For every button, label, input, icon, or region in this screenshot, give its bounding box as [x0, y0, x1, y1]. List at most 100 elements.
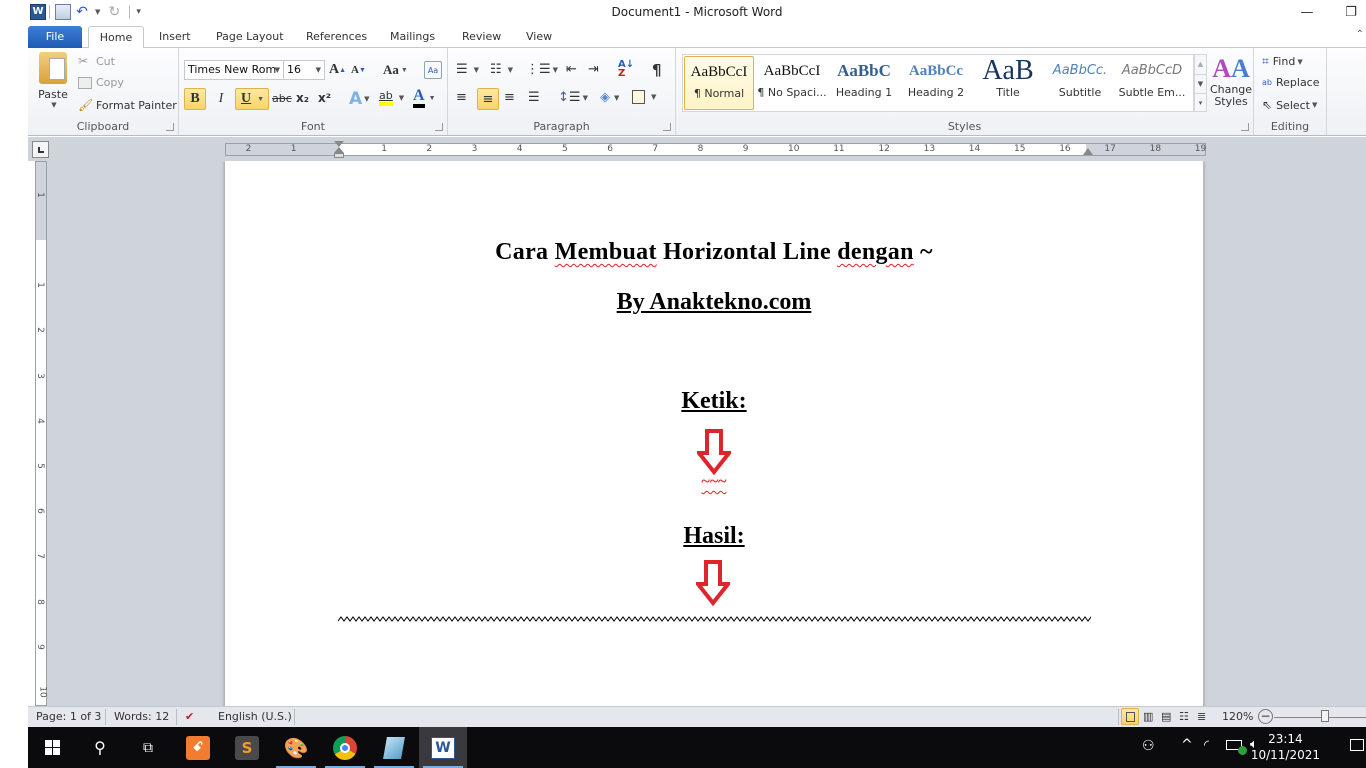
step1-label[interactable]: Ketik: [225, 388, 1203, 415]
indent-marker[interactable] [334, 141, 344, 158]
font-name-dropdown-icon[interactable]: ▼ [275, 61, 280, 79]
underline-button[interactable]: U ▼ [235, 88, 269, 110]
sort-button[interactable]: A↓ Z [618, 60, 634, 79]
page-count[interactable]: Page: 1 of 3 [36, 710, 101, 723]
italic-button[interactable]: I [210, 88, 232, 110]
numbering-button[interactable]: ☷ ▼ [490, 62, 513, 77]
tab-references[interactable]: References [294, 26, 379, 48]
wavy-horizontal-line[interactable] [337, 613, 1095, 622]
tab-selector-button[interactable] [32, 141, 49, 158]
paragraph-launcher-icon[interactable] [663, 123, 671, 131]
tab-view[interactable]: View [514, 26, 564, 48]
format-painter-button[interactable]: 🖌 Format Painter [78, 98, 177, 112]
doc-subtitle[interactable]: By Anaktekno.com [225, 289, 1203, 316]
doc-title-line[interactable]: Cara Membuat Horizontal Line dengan ~ [225, 239, 1203, 266]
draft-view-button[interactable]: ≣ [1197, 710, 1206, 723]
strikethrough-button[interactable]: abc [272, 92, 292, 105]
right-indent-marker[interactable] [1083, 148, 1093, 155]
shading-button[interactable]: ◈ ▼ [600, 90, 619, 105]
align-left-button[interactable]: ≡ [456, 90, 467, 105]
styles-scrollbar[interactable]: ▲ ▼ ▾ [1194, 54, 1207, 112]
proofing-icon[interactable]: ✔ [185, 710, 194, 723]
styles-scroll-down-icon[interactable]: ▼ [1195, 74, 1206, 93]
style-normal[interactable]: AaBbCcI ¶ Normal [684, 56, 754, 110]
underline-dropdown-icon[interactable]: ▼ [257, 95, 264, 103]
show-formatting-button[interactable]: ¶ [652, 61, 662, 79]
start-button[interactable] [28, 727, 76, 768]
copy-button[interactable]: Copy [78, 76, 124, 89]
task-view-button[interactable]: ⧉ [124, 727, 172, 768]
paste-dropdown-icon[interactable]: ▼ [51, 101, 56, 109]
outline-view-button[interactable]: ☷ [1179, 710, 1189, 723]
tab-review[interactable]: Review [450, 26, 513, 48]
document-page[interactable]: Cara Membuat Horizontal Line dengan ~ By… [225, 161, 1203, 706]
minimize-ribbon-icon[interactable]: ⌃ [1356, 29, 1364, 40]
full-screen-reading-button[interactable]: ▥ [1143, 710, 1153, 723]
styles-more-icon[interactable]: ▾ [1195, 93, 1206, 111]
line-spacing-button[interactable]: ↕ ☰ ▼ [558, 90, 588, 105]
style-title[interactable]: AaB Title [972, 56, 1044, 110]
horizontal-ruler[interactable]: 2 1 1 2 3 4 5 6 7 8 9 10 11 12 13 14 15 16 17 18 19 [225, 141, 1206, 158]
taskbar-sublime-text[interactable]: S [223, 727, 271, 768]
tab-insert[interactable]: Insert [147, 26, 203, 48]
change-styles-button[interactable]: AA Change Styles [1210, 54, 1252, 108]
zoom-slider-thumb[interactable] [1321, 710, 1329, 722]
cut-button[interactable]: ✂ Cut [78, 54, 115, 68]
font-size-field[interactable]: 16 ▼ [283, 60, 325, 80]
styles-launcher-icon[interactable] [1241, 123, 1249, 131]
action-center-icon[interactable] [1350, 739, 1364, 751]
web-layout-button[interactable]: ▤ [1161, 710, 1171, 723]
people-icon[interactable]: ⚇ [1142, 738, 1155, 754]
tab-page-layout[interactable]: Page Layout [204, 26, 296, 48]
superscript-button[interactable]: x² [318, 91, 331, 105]
clear-formatting-button[interactable]: Aa [424, 61, 442, 79]
find-button[interactable]: ⌗ Find ▼ [1262, 54, 1303, 69]
highlight-button[interactable]: ab ▼ [379, 89, 404, 106]
change-case-button[interactable]: Aa ▼ [383, 62, 408, 78]
taskbar-chrome[interactable] [321, 727, 369, 768]
grow-font-button[interactable]: A ▲ [329, 62, 346, 78]
search-button[interactable]: ⚲ [76, 727, 124, 768]
paste-button[interactable]: Paste ▼ [34, 52, 72, 109]
increase-indent-button[interactable]: ⇥ [588, 62, 599, 77]
battery-icon[interactable] [1226, 740, 1247, 755]
bold-button[interactable]: B [184, 88, 206, 110]
font-name-field[interactable]: Times New Rom ▼ [184, 60, 284, 80]
restore-button[interactable]: ❐ [1336, 4, 1366, 22]
style-heading-1[interactable]: AaBbC Heading 1 [828, 56, 900, 110]
style-subtle-emphasis[interactable]: AaBbCcD Subtle Em... [1116, 56, 1188, 110]
vertical-ruler[interactable]: 1 1 2 3 4 5 6 7 8 9 10 [35, 161, 48, 706]
style-no-spacing[interactable]: AaBbCcI ¶ No Spaci... [756, 56, 828, 110]
borders-button[interactable]: ▼ [632, 90, 656, 104]
multilevel-list-button[interactable]: ⋮☰ ▼ [526, 62, 558, 77]
taskbar-paint[interactable]: 🎨 [272, 727, 320, 768]
zoom-slider[interactable] [1274, 717, 1366, 718]
language[interactable]: English (U.S.) [218, 710, 292, 723]
minimize-button[interactable]: — [1292, 4, 1322, 22]
style-subtitle[interactable]: AaBbCc. Subtitle [1044, 56, 1116, 110]
decrease-indent-button[interactable]: ⇤ [566, 62, 577, 77]
text-effects-button[interactable]: A ▼ [349, 89, 370, 109]
taskbar-notepad[interactable] [370, 727, 418, 768]
font-launcher-icon[interactable] [435, 123, 443, 131]
wifi-icon[interactable]: ◜ [1204, 738, 1209, 753]
replace-button[interactable]: ab Replace [1262, 76, 1320, 89]
tab-mailings[interactable]: Mailings [378, 26, 447, 48]
clipboard-launcher-icon[interactable] [166, 123, 174, 131]
justify-button[interactable]: ☰ [528, 90, 540, 105]
font-color-button[interactable]: A ▼ [413, 88, 436, 108]
clock[interactable]: 23:14 10/11/2021 [1251, 731, 1320, 763]
word-count[interactable]: Words: 12 [114, 710, 169, 723]
subscript-button[interactable]: x₂ [296, 91, 309, 105]
align-right-button[interactable]: ≡ [504, 90, 515, 105]
document-area[interactable]: Cara Membuat Horizontal Line dengan ~ By… [47, 161, 1366, 706]
style-heading-2[interactable]: AaBbCc Heading 2 [900, 56, 972, 110]
taskbar-xampp[interactable]: ꗃ [174, 727, 222, 768]
tab-home[interactable]: Home [88, 26, 144, 49]
font-size-dropdown-icon[interactable]: ▼ [316, 61, 321, 79]
bullets-button[interactable]: ☰ ▼ [456, 62, 479, 77]
show-hidden-icons-icon[interactable]: ^ [1181, 737, 1193, 753]
align-center-button[interactable]: ≡ [477, 88, 499, 110]
zoom-out-button[interactable]: − [1258, 709, 1273, 724]
step1-input-text[interactable]: ~~~ [225, 473, 1203, 491]
